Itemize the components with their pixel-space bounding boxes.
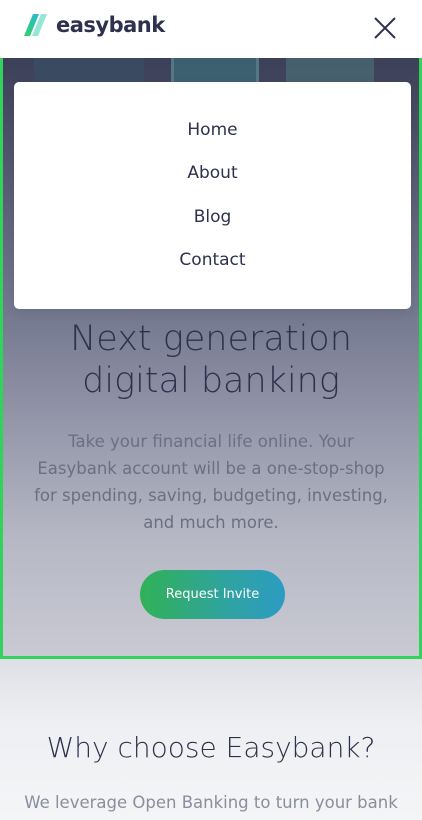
nav-item-contact[interactable]: Contact — [14, 250, 411, 270]
close-menu-button[interactable] — [372, 15, 398, 41]
mobile-nav-menu: Home About Blog Contact — [14, 82, 411, 309]
why-title: Why choose Easybank? — [46, 731, 376, 764]
nav-item-about[interactable]: About — [14, 163, 411, 183]
nav-item-blog[interactable]: Blog — [14, 207, 411, 227]
logo-mark-icon — [24, 14, 47, 36]
nav-item-home[interactable]: Home — [14, 120, 411, 140]
brand-name: easybank — [56, 13, 165, 37]
why-description: We leverage Open Banking to turn your ba… — [24, 793, 398, 812]
request-invite-button[interactable]: Request Invite — [140, 570, 285, 619]
logo[interactable]: easybank — [24, 13, 165, 37]
site-header: easybank — [0, 0, 422, 58]
why-section: Why choose Easybank? We leverage Open Ba… — [0, 659, 422, 820]
close-icon — [374, 17, 396, 39]
hero-title: Next generation digital banking — [70, 319, 352, 401]
hero-description: Take your financial life online. Your Ea… — [34, 432, 388, 532]
